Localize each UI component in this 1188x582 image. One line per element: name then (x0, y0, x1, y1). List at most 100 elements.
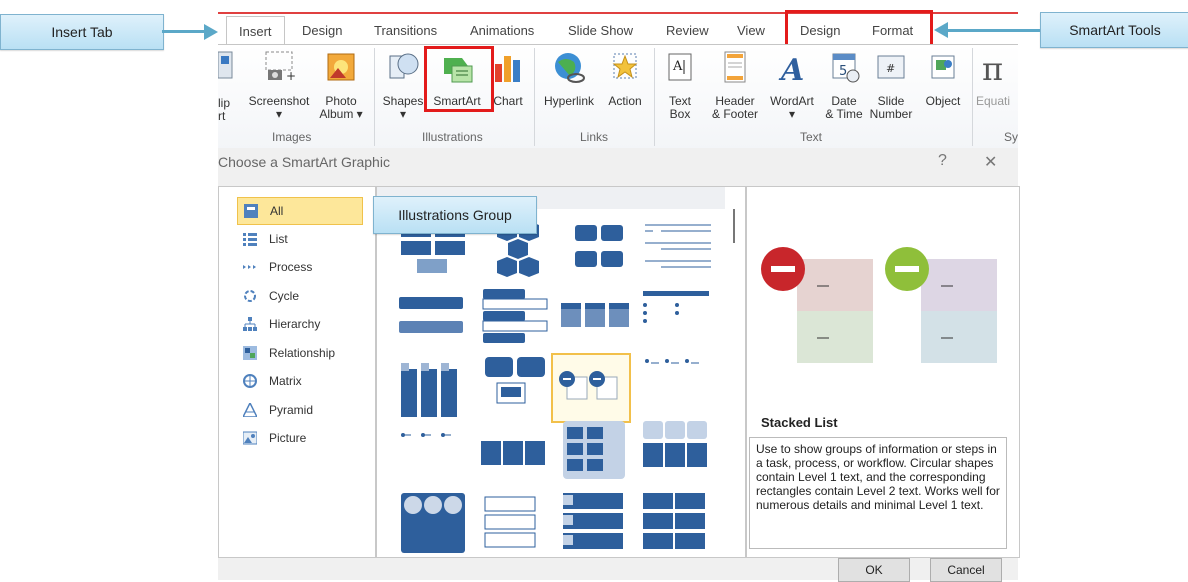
slide-number-button[interactable]: # Slide Number (866, 50, 916, 121)
layout-thumbnail[interactable] (397, 291, 471, 355)
equation-button[interactable]: π Equati (976, 50, 1018, 108)
tab-design[interactable]: Design (302, 16, 342, 44)
chart-icon (495, 56, 520, 82)
date-time-icon: 5 (832, 53, 860, 83)
photo-album-button[interactable]: Photo Album ▾ (314, 50, 368, 121)
category-cycle-label: Cycle (269, 289, 300, 303)
layout-thumbnail[interactable] (481, 431, 555, 495)
object-label: Object (925, 94, 961, 108)
smartart-tools-callout: SmartArt Tools (1040, 12, 1188, 48)
layout-thumbnail[interactable] (397, 427, 471, 491)
category-matrix-label: Matrix (269, 374, 302, 388)
layout-thumbnail[interactable] (639, 491, 713, 555)
date-time-label-2: & Time (825, 107, 863, 121)
group-label-symbols: Sy (1004, 130, 1019, 144)
preview-title: Stacked List (761, 415, 838, 430)
insert-tab-callout: Insert Tab (0, 14, 164, 50)
clip-art-label-2: rt (218, 109, 226, 123)
layout-thumbnail[interactable] (477, 287, 551, 351)
text-box-icon: A (668, 53, 692, 81)
category-matrix[interactable]: Matrix (237, 368, 363, 394)
layout-thumbnail[interactable] (559, 293, 633, 357)
text-box-button[interactable]: A Text Box (660, 50, 700, 121)
category-process[interactable]: Process (237, 254, 363, 280)
group-separator (972, 48, 973, 146)
gallery-scrollbar-thumb[interactable] (733, 209, 735, 243)
equation-label: Equati (976, 94, 1011, 108)
layout-thumbnail[interactable] (481, 495, 555, 558)
preview-description: Use to show groups of information or ste… (749, 437, 1007, 549)
category-relationship-label: Relationship (269, 346, 336, 360)
group-label-images: Images (272, 130, 312, 144)
wordart-button[interactable]: A WordArt ▾ (766, 50, 818, 121)
layout-thumbnail[interactable] (639, 419, 713, 483)
shapes-button[interactable]: Shapes ▾ (378, 50, 428, 121)
layout-thumbnail-stacked-list[interactable] (551, 353, 631, 423)
wordart-dropdown: ▾ (788, 107, 796, 121)
group-separator (534, 48, 535, 146)
svg-text:A: A (672, 59, 683, 74)
text-box-label-2: Box (669, 107, 691, 121)
clip-art-button[interactable]: lip rt (217, 50, 238, 123)
svg-text:A: A (778, 53, 804, 86)
ok-button[interactable]: OK (838, 558, 910, 582)
tab-review-label: Review (666, 22, 709, 38)
tab-view[interactable]: View (737, 16, 765, 44)
screenshot-icon: + (265, 51, 296, 83)
layout-thumbnail[interactable] (641, 353, 715, 417)
date-time-button[interactable]: 5 Date & Time (822, 50, 866, 121)
category-picture[interactable]: Picture (237, 425, 363, 451)
slide-number-icon: # (877, 55, 905, 79)
category-pyramid-label: Pyramid (269, 403, 314, 417)
tab-transitions[interactable]: Transitions (374, 16, 437, 44)
chart-label: Chart (493, 94, 523, 108)
help-button[interactable]: ? (938, 152, 947, 170)
pyramid-icon (243, 403, 257, 417)
tab-review[interactable]: Review (666, 16, 709, 44)
category-hierarchy[interactable]: Hierarchy (237, 311, 363, 337)
category-list: All List Process Cycle Hierarchy Relatio… (218, 186, 376, 558)
tab-design-label: Design (302, 22, 343, 38)
action-button[interactable]: Action (602, 50, 648, 108)
tab-insert[interactable]: Insert (226, 16, 285, 45)
category-cycle[interactable]: Cycle (237, 283, 363, 309)
equation-icon: π (982, 50, 1003, 88)
layout-thumbnail[interactable] (641, 221, 715, 285)
shapes-icon (389, 53, 419, 79)
chart-button[interactable]: Chart (488, 50, 528, 108)
tab-slide-show-label: Slide Show (568, 22, 634, 38)
layout-thumbnail[interactable] (557, 491, 631, 555)
hyperlink-label: Hyperlink (543, 94, 594, 108)
group-separator (654, 48, 655, 146)
layout-thumbnail[interactable] (397, 491, 471, 555)
header-footer-button[interactable]: Header & Footer (704, 50, 766, 121)
close-button[interactable]: ✕ (984, 152, 997, 172)
smartart-dialog: Choose a SmartArt Graphic ? ✕ All List P… (218, 148, 1020, 582)
group-label-text: Text (800, 130, 823, 144)
object-button[interactable]: Object (920, 50, 966, 108)
stacked-list-preview (761, 247, 997, 363)
tab-animations[interactable]: Animations (470, 16, 534, 44)
clip-art-icon (217, 51, 233, 79)
category-all[interactable]: All (237, 197, 363, 225)
hyperlink-button[interactable]: Hyperlink (540, 50, 598, 108)
layout-thumbnail[interactable] (559, 419, 633, 483)
layout-thumbnail[interactable] (567, 221, 641, 285)
layout-thumbnail[interactable] (481, 353, 555, 417)
tab-slide-show[interactable]: Slide Show (568, 16, 633, 44)
layout-thumbnail[interactable] (397, 355, 471, 419)
layout-thumbnail[interactable] (641, 287, 715, 351)
screenshot-button[interactable]: + Screenshot ▾ (246, 50, 312, 121)
tab-transitions-label: Transitions (374, 22, 438, 38)
illustrations-group-callout-label: Illustrations Group (398, 207, 512, 223)
cancel-button[interactable]: Cancel (930, 558, 1002, 582)
svg-text:π: π (982, 50, 1003, 86)
hyperlink-icon (555, 53, 585, 83)
category-pyramid[interactable]: Pyramid (237, 397, 363, 423)
category-relationship[interactable]: Relationship (237, 340, 363, 366)
tab-view-label: View (737, 22, 765, 38)
action-icon (612, 53, 638, 79)
smartart-tools-arrowhead (934, 22, 948, 38)
category-list-item[interactable]: List (237, 226, 363, 252)
smartart-tools-highlight (785, 10, 933, 48)
